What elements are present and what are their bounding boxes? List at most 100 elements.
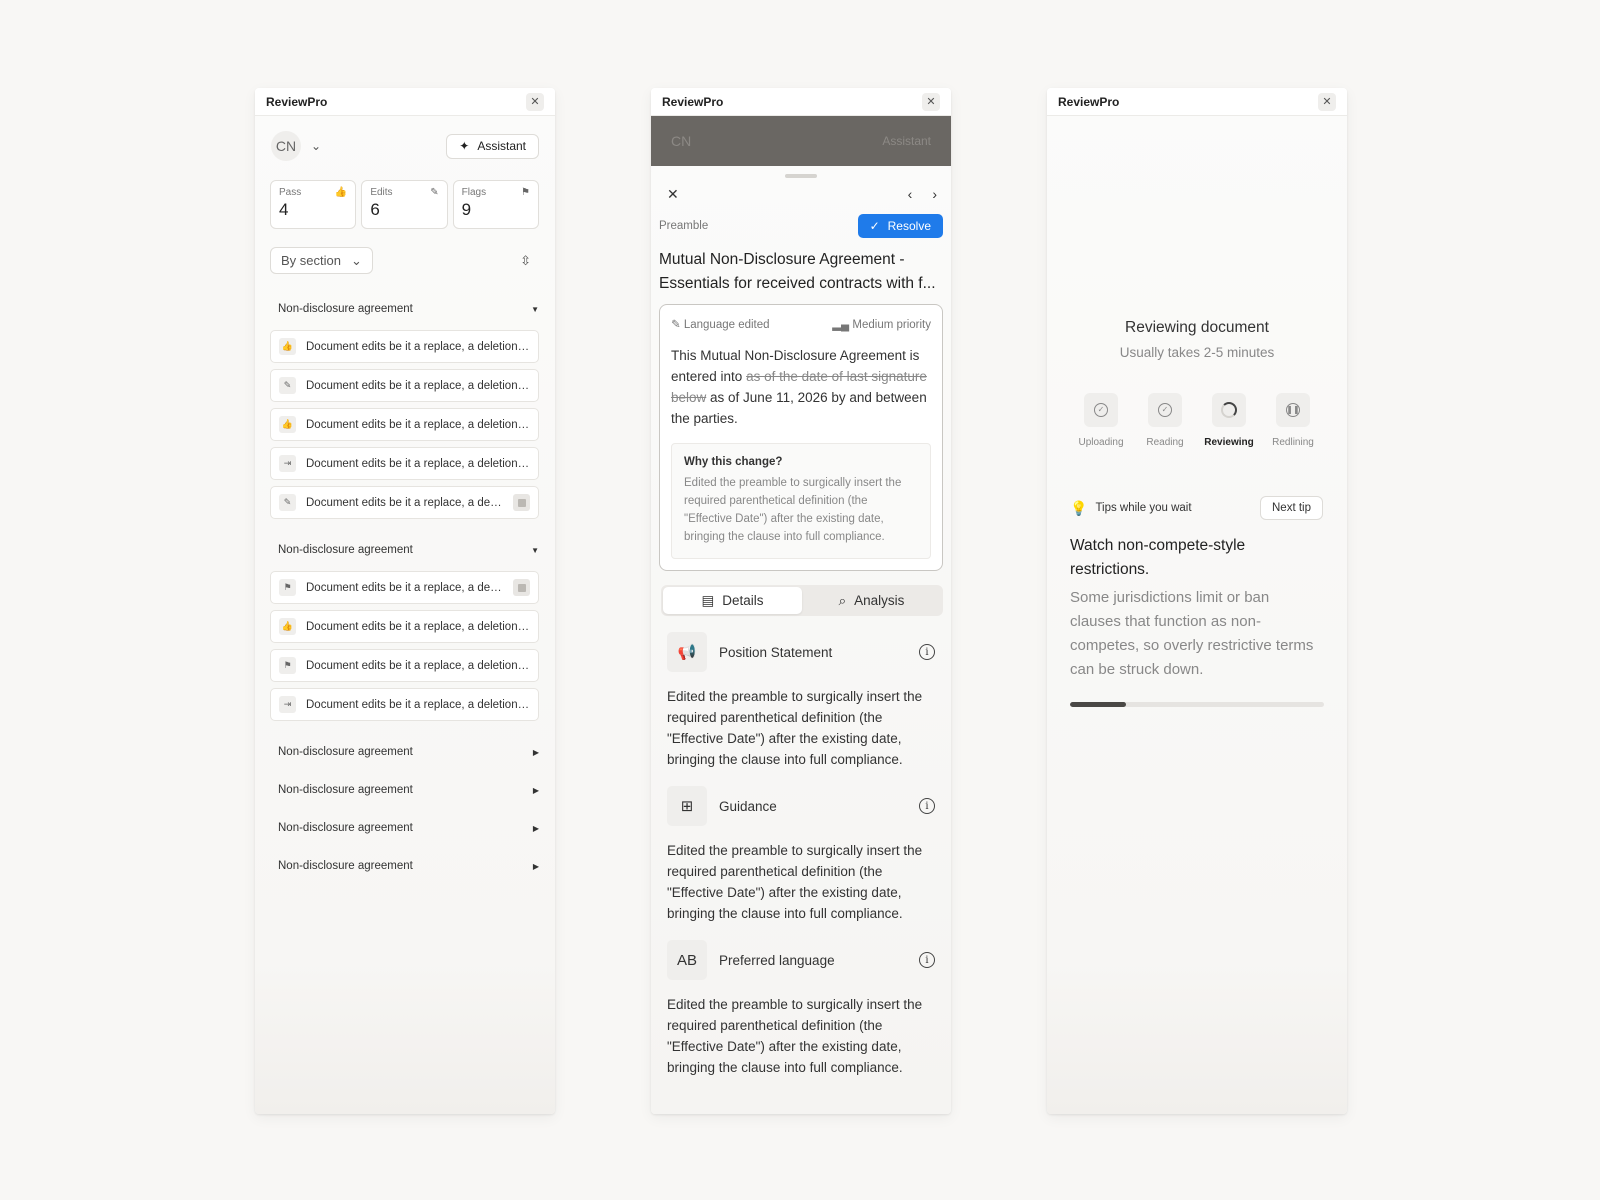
close-button[interactable]: ✕ (922, 92, 940, 111)
document-title: Mutual Non-Disclosure Agreement - Essent… (651, 238, 951, 296)
edit-icon: ✎ (279, 494, 296, 511)
thumbs-up-icon: 👍 (279, 338, 296, 355)
list-item[interactable]: ✎ Document edits be it a replace, a dele… (270, 369, 539, 402)
close-icon[interactable]: ✕ (667, 186, 679, 203)
tab-analysis[interactable]: ⌕ Analysis (802, 587, 941, 614)
step-icon: ❚❚ (1276, 393, 1310, 427)
previous-icon[interactable]: ‹ (908, 186, 913, 202)
item-text: Document edits be it a replace, a deleti… (306, 340, 530, 353)
tip-progress-bar (1070, 702, 1324, 707)
tab-details[interactable]: ▤ Details (663, 587, 802, 614)
item-text: Document edits be it a replace, a deleti… (306, 620, 530, 633)
dimmed-header: CN Assistant (651, 116, 951, 166)
avatar: CN (671, 133, 692, 149)
tips-header: 💡 Tips while you wait (1070, 500, 1192, 517)
tips-label: Tips while you wait (1095, 502, 1192, 514)
assistant-button[interactable]: ✦ Assistant (446, 133, 539, 159)
step-icon: ✓ (1148, 393, 1182, 427)
edit-icon: ✎ (430, 187, 439, 198)
caret-down-icon[interactable]: ▼ (531, 546, 539, 555)
caret-right-icon[interactable]: ▶ (533, 748, 539, 757)
resolve-label: Resolve (887, 219, 931, 233)
step-reading: ✓ Reading (1133, 393, 1197, 448)
change-meta: ✎ Language edited ▂▄ Medium priority (671, 317, 931, 331)
list-item[interactable]: 👍 Document edits be it a replace, a dele… (270, 330, 539, 363)
next-icon[interactable]: › (932, 186, 937, 202)
spinner-icon (1221, 402, 1237, 418)
caret-right-icon[interactable]: ▶ (533, 786, 539, 795)
caret-right-icon[interactable]: ▶ (533, 824, 539, 833)
header: CN ⌄ ✦ Assistant (255, 116, 555, 166)
item-text: Document edits be it a replace, a deleti… (306, 496, 503, 509)
chevron-down-icon[interactable]: ⌄ (307, 139, 325, 153)
list-item[interactable]: ⚑ Document edits be it a replace, a dele… (270, 571, 539, 604)
list-item[interactable]: ⚑ Document edits be it a replace, a dele… (270, 649, 539, 682)
info-icon[interactable]: i (919, 644, 935, 660)
change-text: This Mutual Non-Disclosure Agreement is … (671, 345, 931, 429)
section-header[interactable]: Non-disclosure agreement ▶ (255, 815, 555, 841)
stat-card-pass[interactable]: Pass 4 👍 (270, 180, 357, 229)
thumbs-up-icon: 👍 (279, 416, 296, 433)
status-title: Reviewing document (1125, 319, 1269, 336)
list-item[interactable]: 👍 Document edits be it a replace, a dele… (270, 408, 539, 441)
list-item[interactable]: ⇥ Document edits be it a replace, a dele… (270, 688, 539, 721)
section-header[interactable]: Non-disclosure agreement ▶ (255, 853, 555, 879)
info-icon[interactable]: i (919, 798, 935, 814)
stat-value: 4 (279, 200, 289, 219)
caret-down-icon[interactable]: ▼ (531, 305, 539, 314)
why-text: Edited the preamble to surgically insert… (684, 477, 902, 543)
item-text: Document edits be it a replace, a deleti… (306, 581, 503, 594)
caret-right-icon[interactable]: ▶ (533, 862, 539, 871)
next-tip-button[interactable]: Next tip (1260, 496, 1323, 520)
section-label: Preamble (659, 220, 709, 232)
account-switcher[interactable]: CN ⌄ (271, 131, 325, 161)
tip-body: Some jurisdictions limit or ban clauses … (1070, 589, 1314, 678)
stat-value: 9 (461, 200, 472, 219)
close-button[interactable]: ✕ (526, 92, 544, 111)
section-title: Non-disclosure agreement (278, 544, 413, 556)
resolve-button[interactable]: ✓ Resolve (857, 214, 943, 238)
thumbs-up-icon: 👍 (334, 187, 348, 198)
detail-list: 📢 Position Statement i Edited the preamb… (651, 616, 951, 1078)
stat-card-edits[interactable]: Edits 6 ✎ (361, 180, 448, 229)
section-header[interactable]: Non-disclosure agreement ▼ (255, 537, 555, 563)
app-title: ReviewPro (662, 94, 724, 109)
stat-label: Flags (461, 187, 487, 198)
list-item[interactable]: ⇥ Document edits be it a replace, a dele… (270, 447, 539, 480)
status-badge (513, 494, 530, 511)
section-header[interactable]: Non-disclosure agreement ▶ (255, 739, 555, 765)
avatar[interactable]: CN (271, 131, 301, 161)
tab-label: Details (722, 593, 764, 608)
section-header[interactable]: Non-disclosure agreement ▼ (255, 296, 555, 322)
app-title: ReviewPro (1058, 94, 1120, 109)
title-bar: ReviewPro ✕ (651, 88, 951, 116)
step-list: ✓ Uploading ✓ Reading Reviewing ❚❚ Redlini… (1047, 393, 1347, 448)
tab-bar: ▤ Details ⌕ Analysis (661, 585, 943, 616)
step-label: Uploading (1078, 437, 1124, 448)
title-line: Mutual Non-Disclosure Agreement - (659, 251, 905, 268)
stat-card-flags[interactable]: Flags 9 ⚑ (452, 180, 539, 229)
item-text: Document edits be it a replace, a deleti… (306, 698, 530, 711)
detail-section: AB Preferred language i Edited the pream… (651, 924, 951, 1078)
edit-icon: ✎ (279, 377, 296, 394)
collapse-all-icon[interactable]: ⇳ (520, 253, 539, 269)
detail-header: 📢 Position Statement i (651, 616, 951, 672)
thumbs-up-icon: 👍 (279, 618, 296, 635)
flag-icon: ⚑ (279, 657, 296, 674)
list-item[interactable]: 👍 Document edits be it a replace, a dele… (270, 610, 539, 643)
chevron-down-icon: ⌄ (350, 252, 362, 268)
detail-header: AB Preferred language i (651, 924, 951, 980)
step-icon: ✓ (1084, 393, 1118, 427)
section-title: Non-disclosure agreement (278, 784, 413, 796)
progress-fill (1070, 702, 1126, 707)
edit-icon: ✎ (671, 319, 681, 331)
signpost-icon: ⊞ (667, 786, 707, 826)
list-item[interactable]: ✎ Document edits be it a replace, a dele… (270, 486, 539, 519)
group-by-dropdown[interactable]: By section ⌄ (270, 247, 373, 274)
detail-section: 📢 Position Statement i Edited the preamb… (651, 616, 951, 770)
info-icon[interactable]: i (919, 952, 935, 968)
tab-label: Analysis (854, 593, 905, 608)
section-header[interactable]: Non-disclosure agreement ▶ (255, 777, 555, 803)
step-icon (1212, 393, 1246, 427)
close-button[interactable]: ✕ (1318, 92, 1336, 111)
